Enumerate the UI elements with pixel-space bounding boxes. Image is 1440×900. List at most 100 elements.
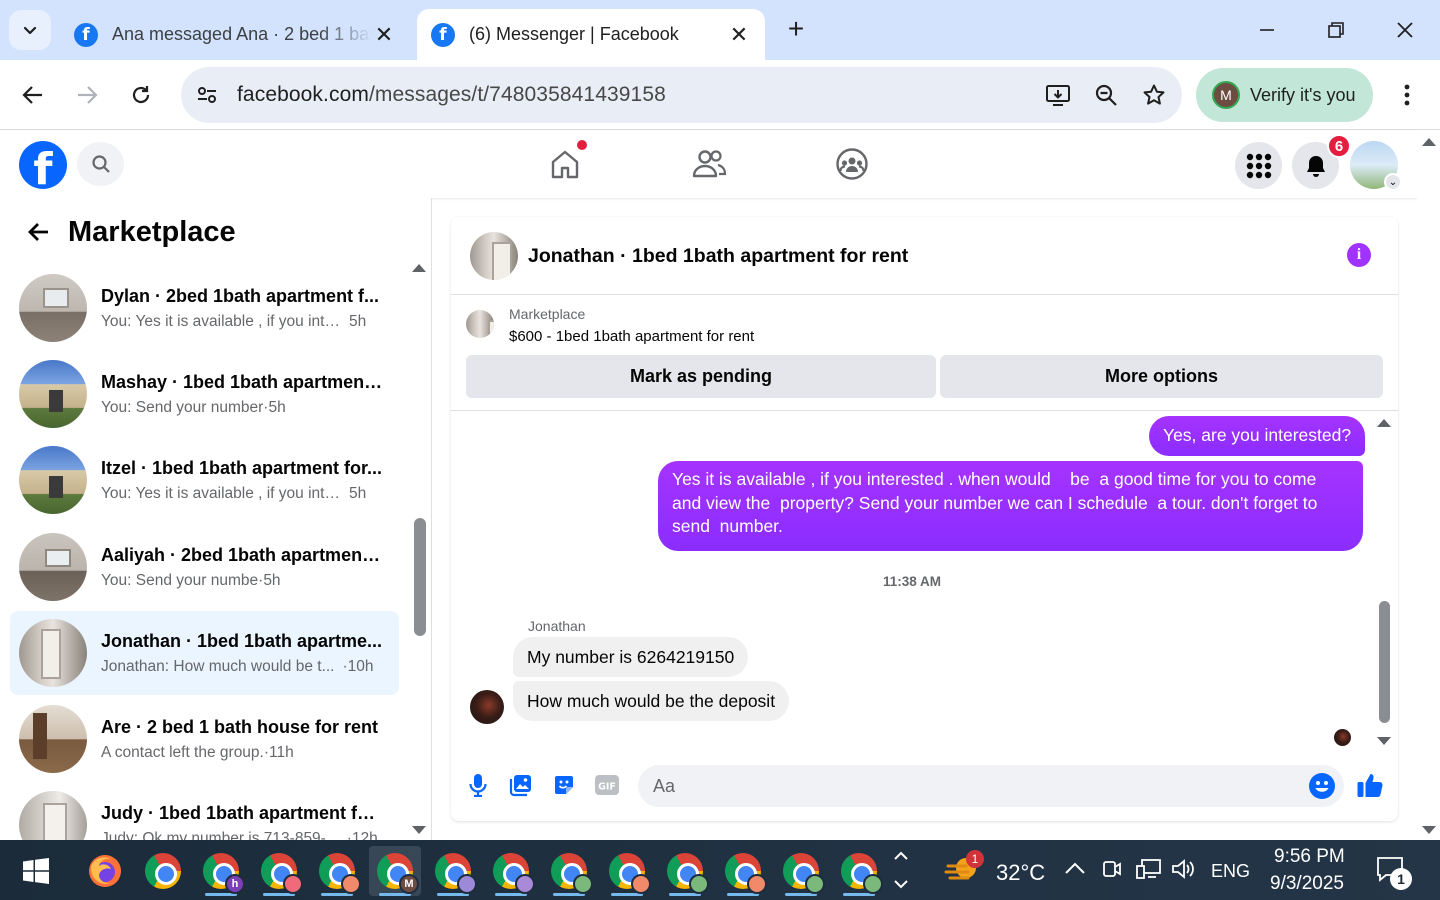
- chat-panel: Jonathan · 1bed 1bath apartment for rent…: [451, 217, 1398, 821]
- scroll-up-arrow-icon[interactable]: [1422, 138, 1436, 146]
- chat-scrollbar[interactable]: [1376, 415, 1392, 747]
- verify-identity-chip[interactable]: M Verify it's you: [1196, 68, 1373, 122]
- facebook-search-button[interactable]: [77, 142, 124, 186]
- chat-title[interactable]: Jonathan · 1bed 1bath apartment for rent: [528, 245, 908, 268]
- browser-tab-inactive[interactable]: f Ana messaged Ana · 2 bed 1 bath ✕: [60, 9, 410, 60]
- friends-nav-button[interactable]: [689, 144, 729, 184]
- weather-widget-icon[interactable]: 1: [944, 850, 986, 888]
- tab-search-button[interactable]: [9, 10, 51, 50]
- show-hidden-icons-button[interactable]: [1063, 858, 1087, 883]
- restore-button[interactable]: [1316, 14, 1356, 46]
- chrome-profile-app[interactable]: [253, 846, 305, 896]
- zoom-icon[interactable]: [1086, 75, 1126, 115]
- chat-listing-avatar[interactable]: [470, 232, 518, 280]
- bookmark-star-icon[interactable]: [1134, 75, 1174, 115]
- send-like-button[interactable]: [1355, 770, 1385, 800]
- taskbar-overflow-scroller[interactable]: [890, 846, 912, 896]
- conversation-item-aaliyah[interactable]: Aaliyah · 2bed 1bath apartment... You: S…: [10, 525, 399, 609]
- new-tab-button[interactable]: +: [780, 14, 812, 46]
- scroll-down-arrow-icon[interactable]: [1422, 826, 1436, 834]
- forward-button[interactable]: [68, 76, 106, 114]
- weather-temperature[interactable]: 32°C: [996, 860, 1045, 886]
- meet-now-icon[interactable]: [1101, 858, 1123, 885]
- close-tab-icon[interactable]: ✕: [727, 22, 751, 48]
- notifications-button[interactable]: 6: [1292, 134, 1351, 189]
- profile-avatar-button[interactable]: ⌄: [1350, 141, 1402, 191]
- incoming-message[interactable]: How much would be the deposit: [513, 681, 790, 721]
- groups-icon: [836, 148, 868, 180]
- conversation-item-judy[interactable]: Judy · 1bed 1bath apartment for... Judy:…: [10, 783, 399, 840]
- attach-media-button[interactable]: [506, 770, 536, 800]
- gif-icon: GIF: [595, 775, 619, 795]
- scroll-down-arrow-icon[interactable]: [1377, 737, 1391, 745]
- reload-button[interactable]: [122, 76, 160, 114]
- back-button[interactable]: [14, 76, 52, 114]
- conversation-item-are[interactable]: Are · 2 bed 1 bath house for rent A cont…: [10, 697, 399, 781]
- chrome-profile-app[interactable]: [427, 846, 479, 896]
- scroll-down-arrow-icon[interactable]: [412, 826, 426, 834]
- volume-icon[interactable]: [1171, 858, 1197, 885]
- listing-thumbnail: [466, 310, 494, 338]
- outgoing-message[interactable]: Yes, are you interested?: [1149, 416, 1366, 456]
- chrome-profile-app[interactable]: h: [195, 846, 247, 896]
- friends-icon: [692, 150, 727, 178]
- back-to-chats-button[interactable]: [18, 212, 58, 252]
- message-composer: GIF Aa: [451, 757, 1398, 817]
- site-info-icon[interactable]: [189, 77, 225, 113]
- home-notification-dot: [577, 140, 587, 150]
- conversation-item-dylan[interactable]: Dylan · 2bed 1bath apartment f... You: Y…: [10, 266, 399, 350]
- facebook-logo[interactable]: f: [19, 141, 67, 189]
- conversation-item-jonathan[interactable]: Jonathan · 1bed 1bath apartme... Jonatha…: [10, 611, 399, 695]
- minimize-button[interactable]: [1247, 14, 1287, 46]
- chrome-profile-app[interactable]: [833, 846, 885, 896]
- conversation-item-mashay[interactable]: Mashay · 1bed 1bath apartment... You: Se…: [10, 352, 399, 436]
- chrome-icon: [841, 853, 883, 894]
- browser-tab-active[interactable]: f (6) Messenger | Facebook ✕: [417, 9, 765, 60]
- menu-button[interactable]: [1235, 142, 1282, 189]
- listing-price[interactable]: $600 - 1bed 1bath apartment for rent: [509, 328, 754, 345]
- chrome-profile-app[interactable]: [601, 846, 653, 896]
- chrome-profile-app[interactable]: [485, 846, 537, 896]
- groups-nav-button[interactable]: [832, 144, 872, 184]
- chrome-profile-app[interactable]: [717, 846, 769, 896]
- scrollbar-thumb[interactable]: [1379, 601, 1390, 723]
- firefox-app[interactable]: [79, 846, 131, 896]
- chrome-profile-app[interactable]: [659, 846, 711, 896]
- outgoing-message[interactable]: Yes it is available , if you interested …: [658, 461, 1363, 551]
- scroll-up-arrow-icon[interactable]: [412, 264, 426, 272]
- info-icon[interactable]: i: [1347, 243, 1371, 267]
- start-button[interactable]: [10, 846, 62, 896]
- mark-as-pending-button[interactable]: Mark as pending: [466, 355, 936, 398]
- sticker-button[interactable]: [549, 770, 579, 800]
- emoji-icon[interactable]: [1308, 772, 1336, 800]
- chrome-profile-app-active[interactable]: M: [369, 846, 421, 896]
- gif-button[interactable]: GIF: [592, 770, 622, 800]
- voice-clip-button[interactable]: [463, 770, 493, 800]
- chrome-app[interactable]: [137, 846, 189, 896]
- chrome-profile-app[interactable]: [543, 846, 595, 896]
- incoming-message[interactable]: My number is 6264219150: [513, 637, 749, 677]
- conversation-item-itzel[interactable]: Itzel · 1bed 1bath apartment for... You:…: [10, 438, 399, 522]
- url-text[interactable]: facebook.com/messages/t/748035841439158: [237, 83, 1038, 107]
- page-scrollbar[interactable]: [1417, 130, 1440, 840]
- chrome-icon: [609, 853, 651, 894]
- notification-center-button[interactable]: 1: [1376, 856, 1416, 890]
- network-icon[interactable]: [1136, 858, 1162, 885]
- home-nav-button[interactable]: [545, 140, 587, 184]
- close-tab-icon[interactable]: ✕: [372, 22, 396, 48]
- more-options-button[interactable]: More options: [940, 355, 1383, 398]
- chrome-profile-app[interactable]: [311, 846, 363, 896]
- address-bar[interactable]: facebook.com/messages/t/748035841439158: [181, 67, 1182, 123]
- browser-menu-button[interactable]: [1392, 76, 1422, 114]
- clock[interactable]: 9:56 PM 9/3/2025: [1262, 846, 1367, 894]
- scroll-up-arrow-icon[interactable]: [1377, 419, 1391, 427]
- facebook-header: f 6 ⌄: [0, 130, 1417, 198]
- chrome-profile-app[interactable]: [775, 846, 827, 896]
- close-window-button[interactable]: [1385, 14, 1425, 46]
- input-language[interactable]: ENG: [1211, 861, 1250, 882]
- install-app-icon[interactable]: [1038, 75, 1078, 115]
- scrollbar-thumb[interactable]: [414, 518, 426, 636]
- conversation-list-scrollbar[interactable]: [411, 258, 427, 838]
- sender-avatar[interactable]: [470, 690, 504, 724]
- message-input[interactable]: Aa: [638, 765, 1344, 807]
